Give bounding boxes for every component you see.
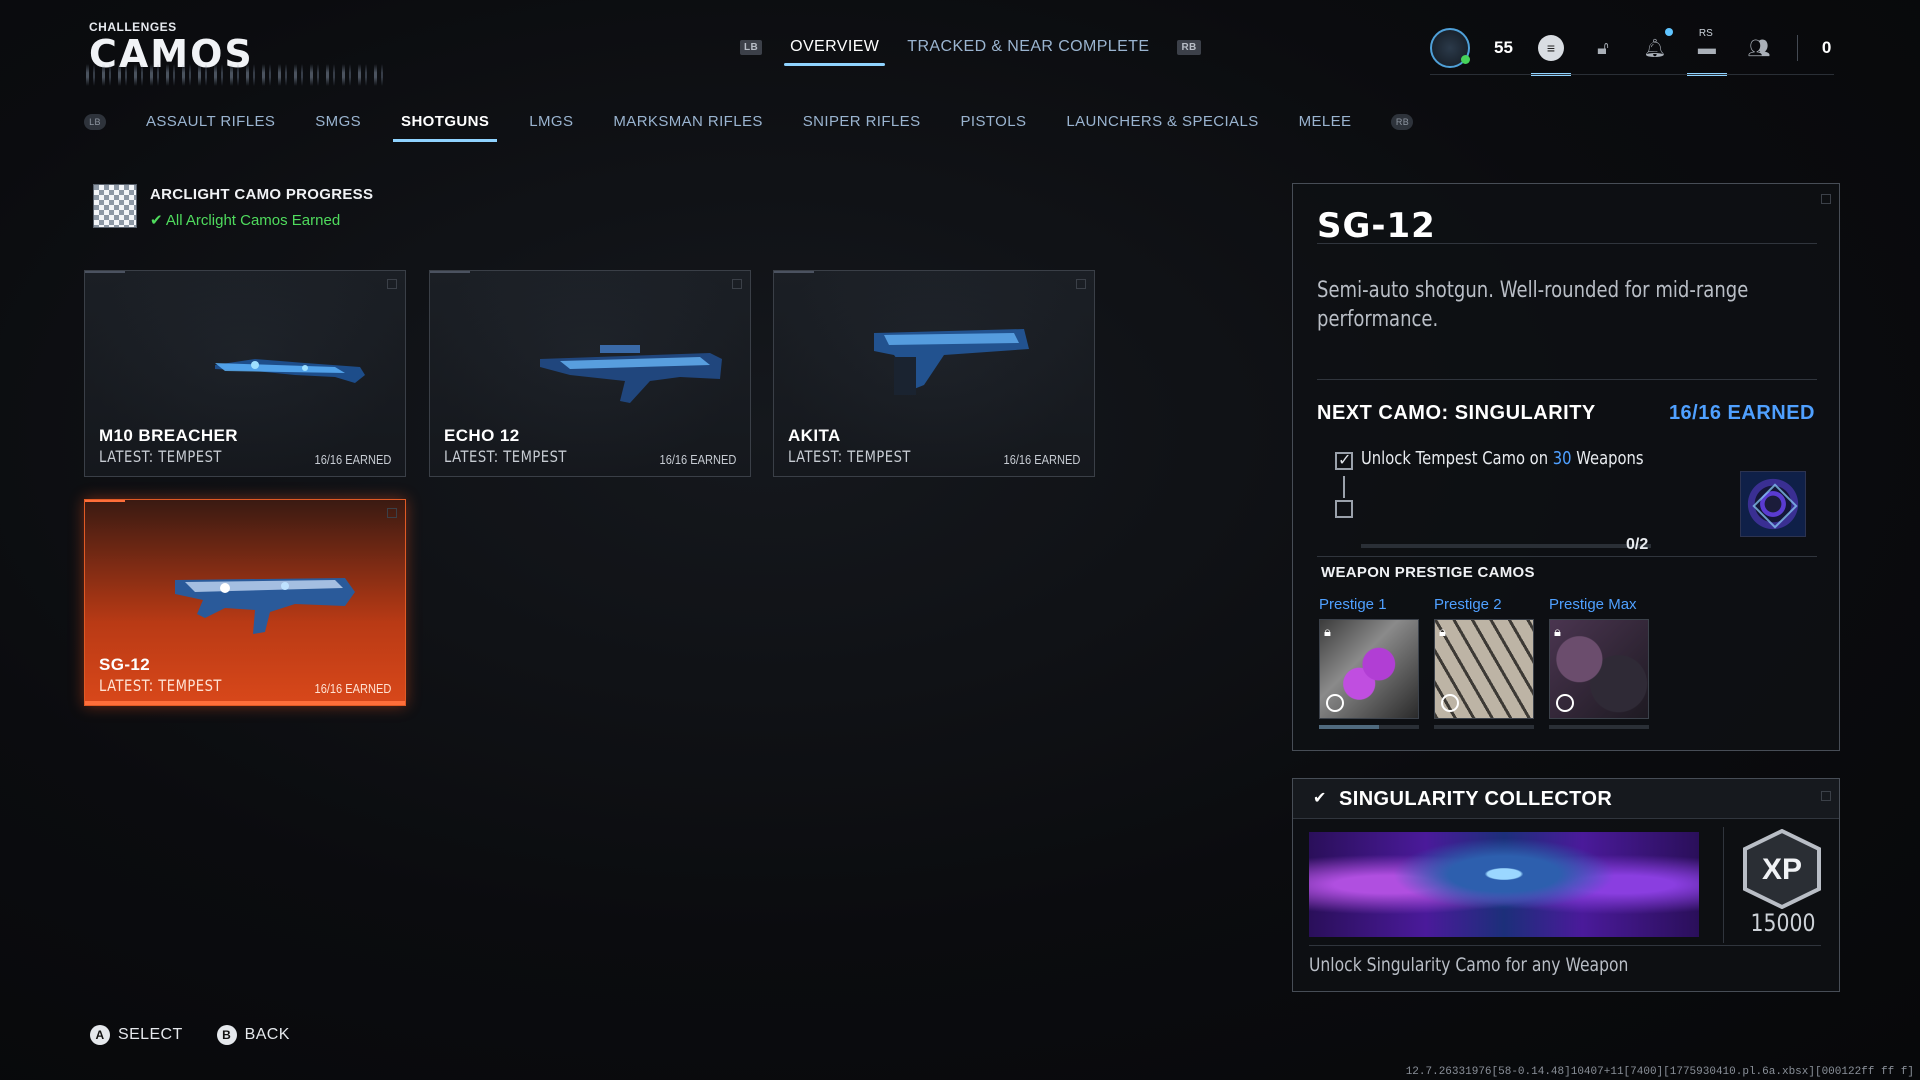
prestige-camo-1[interactable]: Prestige 1 🔒︎	[1319, 596, 1419, 729]
player-avatar[interactable]	[1430, 28, 1470, 68]
tab-launchers-specials[interactable]: LAUNCHERS & SPECIALS	[1066, 113, 1258, 130]
xp-badge-icon: XP	[1743, 829, 1821, 909]
tab-smgs[interactable]: SMGS	[315, 113, 361, 130]
prestige-ring-icon	[1326, 694, 1344, 712]
lb-button-icon[interactable]: LB	[740, 39, 763, 55]
weapon-latest-camo: LATEST: TEMPEST	[99, 676, 222, 695]
weapon-name: M10 BREACHER	[99, 426, 238, 445]
tab-assault-rifles[interactable]: ASSAULT RIFLES	[146, 113, 275, 130]
prestige-camos-heading: WEAPON PRESTIGE CAMOS	[1321, 564, 1535, 581]
a-button-icon: A	[90, 1025, 110, 1045]
arclight-camo-thumbnail	[93, 184, 137, 228]
weapon-detail-panel: SG-12 Semi-auto shotgun. Well-rounded fo…	[1292, 183, 1840, 751]
lock-icon: 🔒︎	[1554, 624, 1561, 639]
status-bar: 55 ≡ 🔓︎ 🔔︎ RS ▬ 👥︎ 0	[1430, 26, 1832, 76]
status-divider	[1430, 74, 1834, 75]
weapon-card-m10-breacher[interactable]: M10 BREACHER LATEST: TEMPEST 16/16 EARNE…	[84, 270, 406, 477]
unlock-icon[interactable]: 🔓︎	[1589, 34, 1617, 62]
weapon-name: SG-12	[99, 655, 151, 674]
lock-icon: 🔒︎	[1324, 624, 1331, 639]
prestige-ring-icon	[1441, 694, 1459, 712]
m10-breacher-image	[215, 359, 365, 383]
task-checkbox-empty	[1335, 500, 1353, 518]
party-count: 0	[1821, 38, 1832, 57]
weapon-card-akita[interactable]: AKITA LATEST: TEMPEST 16/16 EARNED	[773, 270, 1095, 477]
collector-description: Unlock Singularity Camo for any Weapon	[1309, 954, 1629, 976]
weapon-category-tabs: LB ASSAULT RIFLES SMGS SHOTGUNS LMGS MAR…	[84, 113, 1414, 142]
build-version-string: 12.7.26331976[58-0.14.48]10407+11[7400][…	[1405, 1066, 1914, 1078]
weapon-name: ECHO 12	[444, 426, 520, 445]
rb-button-icon[interactable]: RB	[1177, 39, 1201, 55]
check-icon: ✔	[1313, 790, 1327, 807]
tab-tracked-near-complete[interactable]: TRACKED & NEAR COMPLETE	[907, 38, 1149, 56]
singularity-collector-panel: ✔ SINGULARITY COLLECTOR XP 15000 Unlock …	[1292, 778, 1840, 992]
singularity-camo-thumbnail	[1740, 471, 1806, 537]
b-button-icon: B	[216, 1025, 237, 1045]
weapon-card-sg-12[interactable]: SG-12 LATEST: TEMPEST 16/16 EARNED	[84, 499, 406, 706]
prestige-label: Prestige 2	[1434, 596, 1502, 613]
task-checkbox-checked	[1335, 450, 1353, 470]
sg-12-image	[175, 578, 355, 634]
detail-weapon-title: SG-12	[1317, 206, 1436, 246]
collector-title: SINGULARITY COLLECTOR	[1339, 788, 1613, 810]
prestige-label: Prestige 1	[1319, 596, 1387, 613]
select-button[interactable]: A SELECT	[90, 1025, 183, 1045]
back-button[interactable]: B BACK	[216, 1025, 290, 1045]
lock-icon: 🔒︎	[1439, 624, 1446, 639]
rb-category-icon[interactable]: RB	[1391, 113, 1414, 130]
xp-reward-value: 15000	[1750, 909, 1816, 937]
online-dot	[1461, 55, 1470, 64]
arclight-title: ARCLIGHT CAMO PROGRESS	[150, 186, 374, 203]
prestige-camo-2[interactable]: Prestige 2 🔒︎	[1434, 596, 1534, 729]
weapon-earned-count: 16/16 EARNED	[314, 681, 391, 696]
echo-12-image	[540, 345, 722, 403]
collector-reward-banner	[1309, 832, 1699, 937]
prestige-ring-icon	[1556, 694, 1574, 712]
tab-melee[interactable]: MELEE	[1299, 113, 1352, 130]
task-progress-bar	[1361, 544, 1651, 548]
weapon-name: AKITA	[788, 426, 841, 445]
tab-pistols[interactable]: PISTOLS	[960, 113, 1026, 130]
akita-image	[874, 329, 1029, 395]
detail-description: Semi-auto shotgun. Well-rounded for mid-…	[1317, 278, 1749, 332]
party-icon[interactable]: 👥︎	[1745, 34, 1773, 62]
header-decoration	[86, 64, 386, 86]
weapon-earned-count: 16/16 EARNED	[659, 452, 736, 467]
weapon-latest-camo: LATEST: TEMPEST	[788, 447, 911, 466]
weapon-latest-camo: LATEST: TEMPEST	[444, 447, 567, 466]
menu-icon[interactable]: ≡	[1530, 34, 1571, 76]
player-level: 55	[1494, 38, 1513, 57]
next-camo-title: NEXT CAMO: SINGULARITY	[1317, 402, 1596, 424]
weapon-earned-count: 16/16 EARNED	[314, 452, 391, 467]
tab-marksman-rifles[interactable]: MARKSMAN RIFLES	[613, 113, 762, 130]
weapon-earned-count: 16/16 EARNED	[1003, 452, 1080, 467]
social-icon[interactable]: RS ▬	[1686, 28, 1727, 76]
tab-shotguns[interactable]: SHOTGUNS	[393, 113, 498, 142]
prestige-camo-max[interactable]: Prestige Max 🔒︎	[1549, 596, 1649, 729]
task-progress-count: 0/2	[1626, 536, 1649, 553]
tab-overview[interactable]: OVERVIEW	[784, 38, 886, 66]
tab-lmgs[interactable]: LMGS	[529, 113, 573, 130]
arclight-status: ✔ All Arclight Camos Earned	[150, 212, 341, 229]
footer-controls: A SELECT B BACK	[90, 1025, 290, 1045]
task-text: Unlock Tempest Camo on 30 Weapons	[1361, 448, 1644, 469]
weapon-latest-camo: LATEST: TEMPEST	[99, 447, 222, 466]
prestige-label: Prestige Max	[1549, 596, 1637, 613]
xp-badge-label: XP	[1762, 853, 1802, 886]
lb-category-icon[interactable]: LB	[84, 113, 106, 130]
next-camo-earned: 16/16 EARNED	[1668, 402, 1815, 424]
top-nav: LB OVERVIEW TRACKED & NEAR COMPLETE RB	[740, 38, 1201, 66]
notification-bell-icon[interactable]: 🔔︎	[1641, 28, 1673, 62]
tab-sniper-rifles[interactable]: SNIPER RIFLES	[803, 113, 921, 130]
weapon-card-echo-12[interactable]: ECHO 12 LATEST: TEMPEST 16/16 EARNED	[429, 270, 751, 477]
